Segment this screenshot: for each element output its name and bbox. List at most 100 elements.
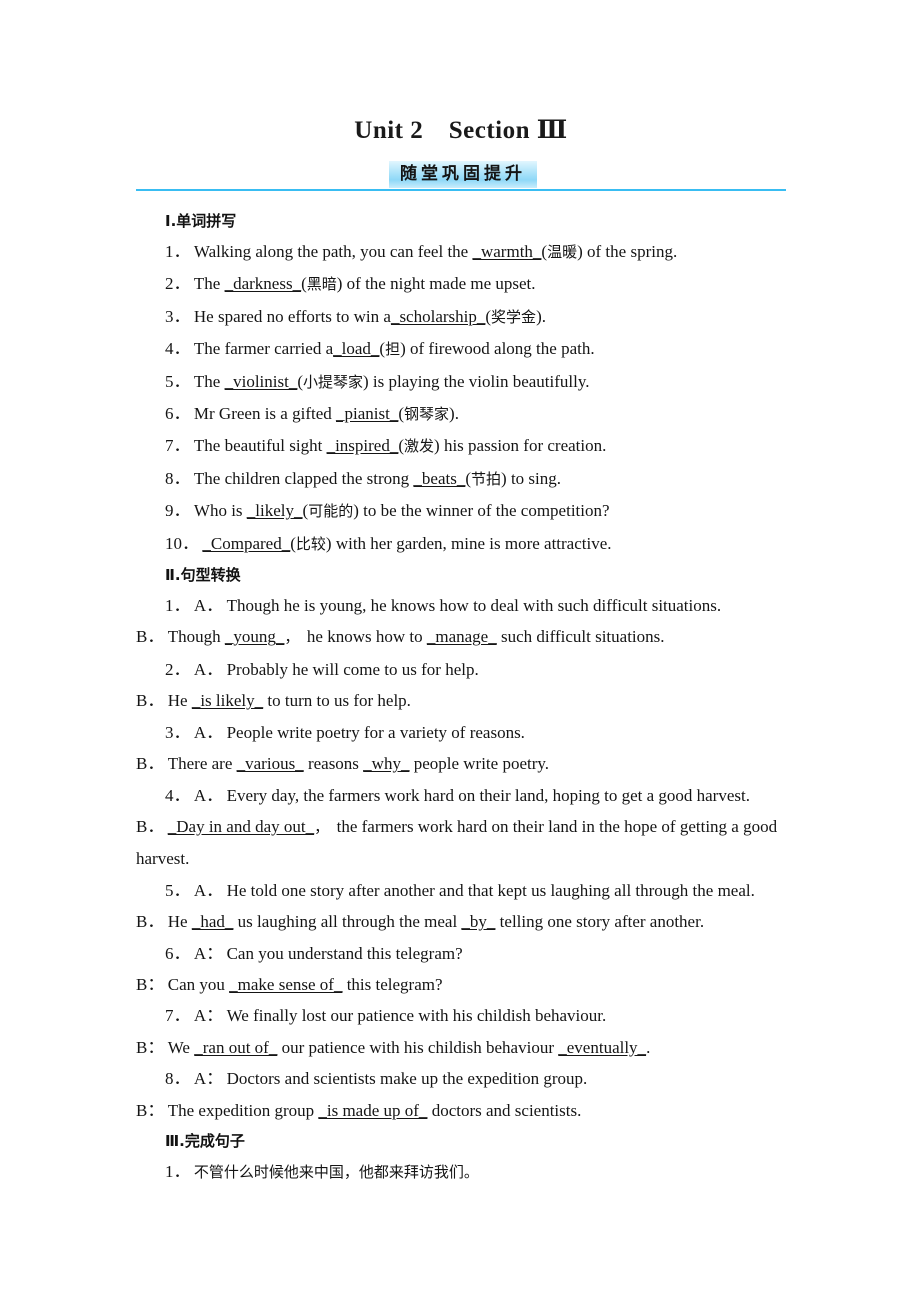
cjk-text: 钢琴家 [404, 405, 450, 424]
item-number: 3． [165, 722, 194, 742]
question-line: 5． The _violinist_(小提琴家) is playing the … [136, 366, 786, 398]
latin-text: Probably he will come to us for help. [226, 659, 479, 679]
question-line: 5． A． He told one story after another an… [136, 875, 786, 906]
item-label: A． [193, 596, 227, 616]
item-label: A． [193, 659, 227, 679]
latin-text: . [646, 1037, 651, 1057]
question-line: 10． _Compared_(比较) with her garden, mine… [136, 528, 786, 560]
item-label: A： [193, 1006, 227, 1026]
question-line: 3． A． People write poetry for a variety … [136, 717, 786, 748]
item-label: B： [136, 974, 168, 994]
latin-text: ) with her garden, mine is more attracti… [325, 533, 612, 553]
item-number: 4． [165, 785, 194, 805]
banner-pill: 随堂巩固提升 [389, 161, 537, 188]
answer-line: B． He _is likely_ to turn to us for help… [136, 685, 786, 716]
item-label: A． [193, 785, 227, 805]
cjk-text: 温暖 [547, 243, 578, 261]
latin-text: ) to sing. [501, 468, 562, 488]
question-line: 4． The farmer carried a_load_(担) of fire… [136, 333, 786, 365]
section-heading: Ⅲ.完成句子 [165, 1131, 245, 1150]
item-number: 5． [165, 371, 194, 391]
answer-blank: _beats_ [413, 468, 466, 488]
latin-text: The children clapped the strong [193, 468, 414, 488]
cjk-text: 不管什么时候他来中国，他都来拜访我们。 [193, 1162, 479, 1181]
item-number: 4． [165, 339, 194, 359]
latin-text: Though [167, 627, 225, 647]
latin-text: There are [167, 754, 237, 774]
latin-text: ) to be the winner of the competition? [353, 501, 610, 521]
item-label: B． [136, 627, 168, 647]
answer-blank: _pianist_ [336, 404, 399, 424]
answer-line: B． Though _young_， he knows how to _mana… [136, 621, 786, 653]
answer-line: B： The expedition group _is made up of_ … [136, 1095, 786, 1126]
item-label: A： [193, 943, 227, 963]
item-label: B： [136, 1037, 168, 1057]
answer-blank: _Day in and day out_ [167, 816, 315, 836]
answer-blank: _is made up of_ [318, 1100, 428, 1120]
answer-line: B： Can you _make sense of_ this telegram… [136, 969, 786, 1000]
item-number: 6． [165, 404, 194, 424]
latin-text: he knows how to [306, 627, 427, 647]
banner-label: 随堂巩固提升 [400, 164, 526, 184]
question-line: 9． Who is _likely_(可能的) to be the winner… [136, 495, 786, 527]
banner-rule [136, 189, 786, 191]
latin-text: ). [536, 306, 546, 326]
latin-text: our patience with his childish behaviour [277, 1037, 559, 1057]
latin-text: The beautiful sight [193, 436, 327, 456]
latin-text: People write poetry for a variety of rea… [226, 722, 525, 742]
item-number: 5． [165, 880, 194, 900]
answer-blank: _had_ [191, 912, 234, 932]
item-number: 7． [165, 1006, 194, 1026]
answer-blank: _manage_ [426, 627, 497, 647]
question-line: 8． The children clapped the strong _beat… [136, 463, 786, 495]
question-line: 1． Walking along the path, you can feel … [136, 236, 786, 268]
latin-text: The [193, 371, 225, 391]
latin-text: reasons [303, 754, 364, 774]
latin-text: ) his passion for creation. [434, 436, 607, 456]
cjk-text: 可能的 [308, 502, 354, 521]
answer-blank: _why_ [363, 754, 410, 774]
question-line: 7． A： We finally lost our patience with … [136, 1000, 786, 1031]
item-number: 8． [165, 468, 194, 488]
worksheet-page: Unit 2 Section Ⅲ 随堂巩固提升 Ⅰ.单词拼写 1． Walking… [0, 0, 920, 1302]
item-number: 10． [165, 533, 203, 553]
item-number: 8． [165, 1069, 194, 1089]
item-label: B． [136, 912, 168, 932]
item-label: A： [193, 1069, 227, 1089]
item-number: 1． [165, 596, 194, 616]
question-line: 4． A． Every day, the farmers work hard o… [136, 780, 786, 811]
section-heading: Ⅱ.句型转换 [165, 566, 241, 585]
cjk-text: 比较 [295, 534, 326, 553]
latin-text: ) is playing the violin beautifully. [363, 371, 590, 391]
cjk-text: 小提琴家 [303, 372, 364, 391]
answer-line: B． He _had_ us laughing all through the … [136, 906, 786, 937]
latin-text: doctors and scientists. [427, 1100, 582, 1120]
cjk-text: ， [314, 817, 337, 836]
cjk-text: 奖学金 [491, 307, 537, 326]
latin-text: The expedition group [167, 1100, 319, 1120]
answer-blank: _ran out of_ [194, 1037, 278, 1057]
answer-blank: _by_ [461, 912, 496, 932]
section-banner: 随堂巩固提升 [136, 160, 786, 194]
latin-text: people write poetry. [409, 754, 550, 774]
item-label: B． [136, 754, 168, 774]
latin-text: The [193, 274, 225, 294]
answer-blank: _likely_ [246, 501, 303, 521]
latin-text: Though he is young, he knows how to deal… [226, 596, 722, 616]
item-label: B． [136, 691, 168, 711]
latin-text: The farmer carried a [193, 339, 334, 359]
answer-blank: _warmth_ [472, 242, 542, 261]
item-number: 7． [165, 436, 194, 456]
cjk-text: 节拍 [471, 469, 502, 488]
latin-text: Can you [167, 974, 230, 994]
cjk-text: 黑暗 [306, 275, 337, 294]
latin-text: Doctors and scientists make up the exped… [226, 1069, 588, 1089]
answer-blank: _eventually_ [558, 1037, 647, 1057]
answer-blank: _young_ [224, 627, 285, 647]
latin-text: ). [449, 404, 459, 424]
latin-text: to turn to us for help. [263, 691, 411, 711]
section-heading: Ⅰ.单词拼写 [165, 212, 237, 230]
answer-line: B． _Day in and day out_， the farmers wor… [136, 811, 786, 875]
question-line: 1． A． Though he is young, he knows how t… [136, 590, 786, 621]
answer-line: B： We _ran out of_ our patience with his… [136, 1032, 786, 1063]
